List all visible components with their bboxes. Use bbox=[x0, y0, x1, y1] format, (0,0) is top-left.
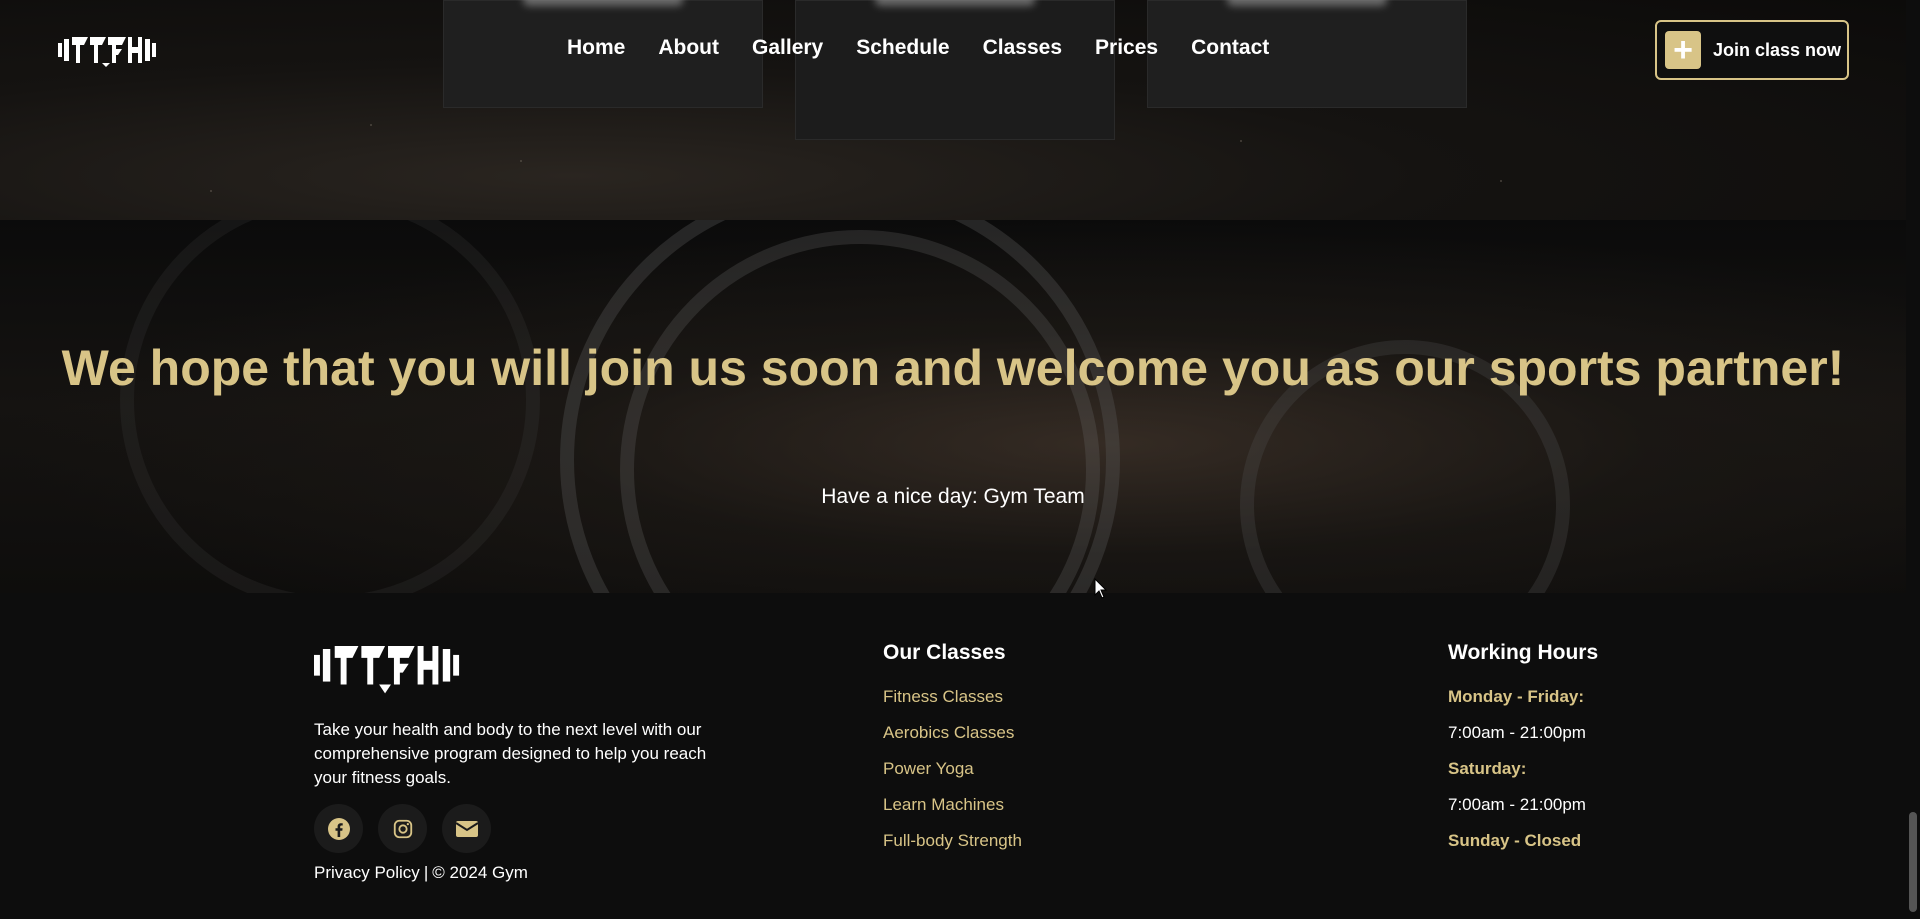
nav-classes[interactable]: Classes bbox=[983, 36, 1062, 60]
weekday-time: 7:00am - 21:00pm bbox=[1448, 723, 1586, 742]
join-class-label: Join class now bbox=[1713, 39, 1842, 60]
instagram-icon[interactable] bbox=[378, 804, 427, 853]
weekday-label: Monday - Friday: bbox=[1448, 687, 1585, 706]
legal-separator: | bbox=[423, 863, 429, 882]
logo[interactable] bbox=[58, 33, 160, 67]
nav-home[interactable]: Home bbox=[567, 36, 625, 60]
privacy-policy-link[interactable]: Privacy Policy bbox=[314, 863, 420, 882]
hours-list: Monday - Friday: 7:00am - 21:00pm Saturd… bbox=[1448, 679, 1598, 859]
saturday-label: Saturday: bbox=[1448, 759, 1527, 778]
class-link-power-yoga[interactable]: Power Yoga bbox=[883, 751, 1022, 787]
hero-title: We hope that you will join us soon and w… bbox=[61, 340, 1845, 396]
footer-logo-icon[interactable] bbox=[314, 640, 465, 695]
nav-gallery[interactable]: Gallery bbox=[752, 36, 823, 60]
footer-hours-column: Working Hours Monday - Friday: 7:00am - … bbox=[1448, 641, 1598, 859]
email-icon[interactable] bbox=[442, 804, 491, 853]
nav-contact[interactable]: Contact bbox=[1191, 36, 1269, 60]
nav-about[interactable]: About bbox=[658, 36, 719, 60]
copyright-text: © 2024 Gym bbox=[432, 863, 528, 882]
scrollbar-thumb[interactable] bbox=[1909, 812, 1917, 912]
nav-schedule[interactable]: Schedule bbox=[856, 36, 949, 60]
class-link-fitness[interactable]: Fitness Classes bbox=[883, 679, 1022, 715]
footer-about-column: Take your health and body to the next le… bbox=[314, 640, 734, 883]
facebook-icon[interactable] bbox=[314, 804, 363, 853]
class-link-full-body-strength[interactable]: Full-body Strength bbox=[883, 823, 1022, 859]
site-header: Home About Gallery Schedule Classes Pric… bbox=[0, 0, 1906, 100]
hours-heading: Working Hours bbox=[1448, 641, 1599, 664]
plus-icon: + bbox=[1665, 31, 1701, 69]
barbell-plate-image bbox=[120, 220, 540, 593]
join-class-button[interactable]: + Join class now bbox=[1655, 20, 1849, 80]
class-link-learn-machines[interactable]: Learn Machines bbox=[883, 787, 1022, 823]
nav-prices[interactable]: Prices bbox=[1095, 36, 1158, 60]
sunday-label: Sunday - Closed bbox=[1448, 831, 1582, 850]
mouse-cursor-icon bbox=[1094, 578, 1108, 599]
page-scrollbar[interactable] bbox=[1906, 0, 1920, 919]
footer-legal: Privacy Policy | © 2024 Gym bbox=[314, 863, 734, 883]
hero-section: We hope that you will join us soon and w… bbox=[0, 220, 1906, 593]
social-links bbox=[314, 804, 734, 853]
hero-subtitle: Have a nice day: Gym Team bbox=[821, 485, 1085, 508]
classes-list: Fitness Classes Aerobics Classes Power Y… bbox=[883, 679, 1022, 859]
main-nav: Home About Gallery Schedule Classes Pric… bbox=[567, 36, 1269, 60]
footer-classes-column: Our Classes Fitness Classes Aerobics Cla… bbox=[883, 641, 1022, 859]
classes-heading: Our Classes bbox=[883, 641, 1006, 664]
footer-about-text: Take your health and body to the next le… bbox=[314, 720, 707, 787]
saturday-time: 7:00am - 21:00pm bbox=[1448, 795, 1586, 814]
class-link-aerobics[interactable]: Aerobics Classes bbox=[883, 715, 1022, 751]
logo-icon bbox=[58, 37, 156, 67]
site-footer: Take your health and body to the next le… bbox=[0, 593, 1906, 919]
